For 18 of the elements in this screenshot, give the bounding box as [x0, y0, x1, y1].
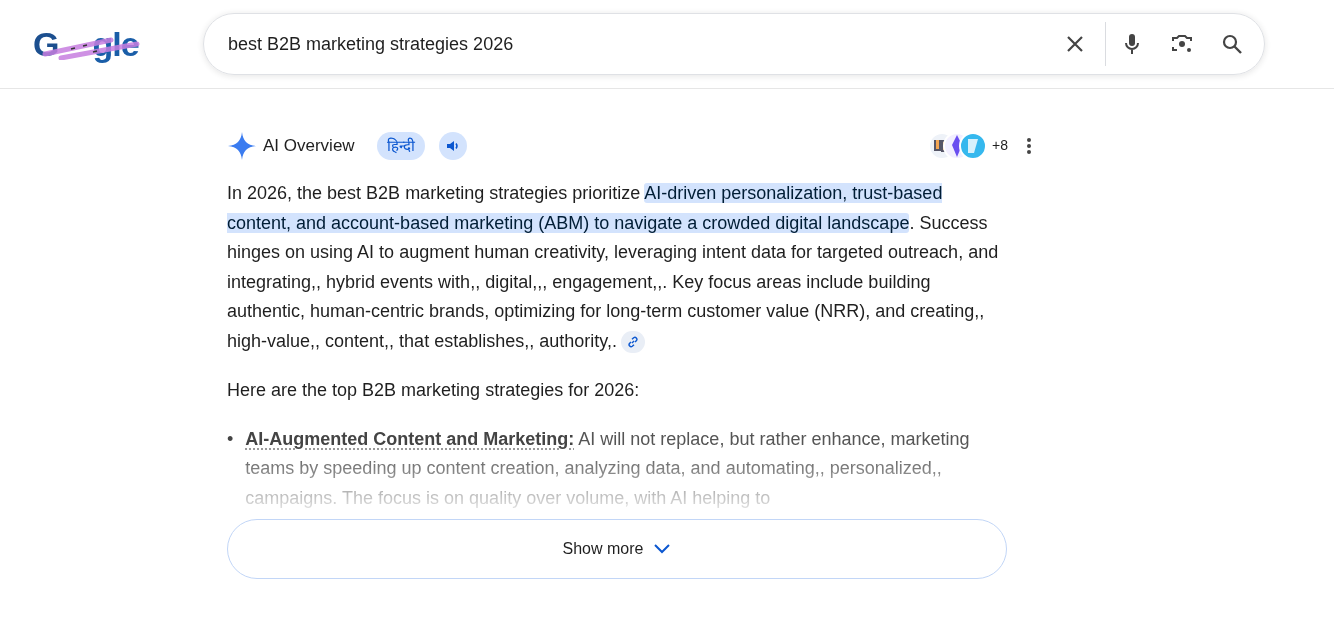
language-chip[interactable]: हिन्दी: [376, 132, 425, 160]
intro-text: Here are the top B2B marketing strategies for 2026:: [227, 379, 641, 402]
show-more-button[interactable]: Show more: [227, 519, 1007, 579]
chevron-down-icon: [653, 543, 672, 555]
sparkle-icon: [227, 131, 257, 161]
listen-button[interactable]: [438, 132, 467, 160]
search-icon[interactable]: [1220, 32, 1244, 56]
more-options-icon[interactable]: [1026, 137, 1032, 155]
overview-paragraph: In 2026, the best B2B marketing strategies prioritize AI-driven personalization, trust-based content, and account-based marketing (ABM) to navigate a crowded digital landscape. Success hinges on using AI to augment human creativity, leveraging intent data for targeted outreach, and integrating,, hybrid events with,, digital,,, engagement,,. Key focus areas include building authentic, human-centric brands, optimizing for long-term customer value (NRR), and creating,, high-value,, content,, that establishes,, authority,.: [227, 182, 1000, 355]
logo-text: gle: [92, 24, 139, 64]
bullet-text: AI-Augmented Content and Marketing: AI will not replace, but rather enhance, marketing teams by speeding up content creation, analyzing data, and automating,, personalized,, campaigns. The focus is on quality over volume, with AI helping to: [245, 427, 971, 510]
speaker-icon: [445, 139, 460, 153]
source-count[interactable]: +8: [992, 131, 1008, 161]
search-input[interactable]: best B2B marketing strategies 2026: [228, 33, 1063, 55]
logo-text: G: [33, 24, 59, 64]
bullet-marker: •: [227, 427, 234, 451]
overview-title: AI Overview: [263, 135, 355, 158]
link-icon[interactable]: [620, 330, 645, 353]
